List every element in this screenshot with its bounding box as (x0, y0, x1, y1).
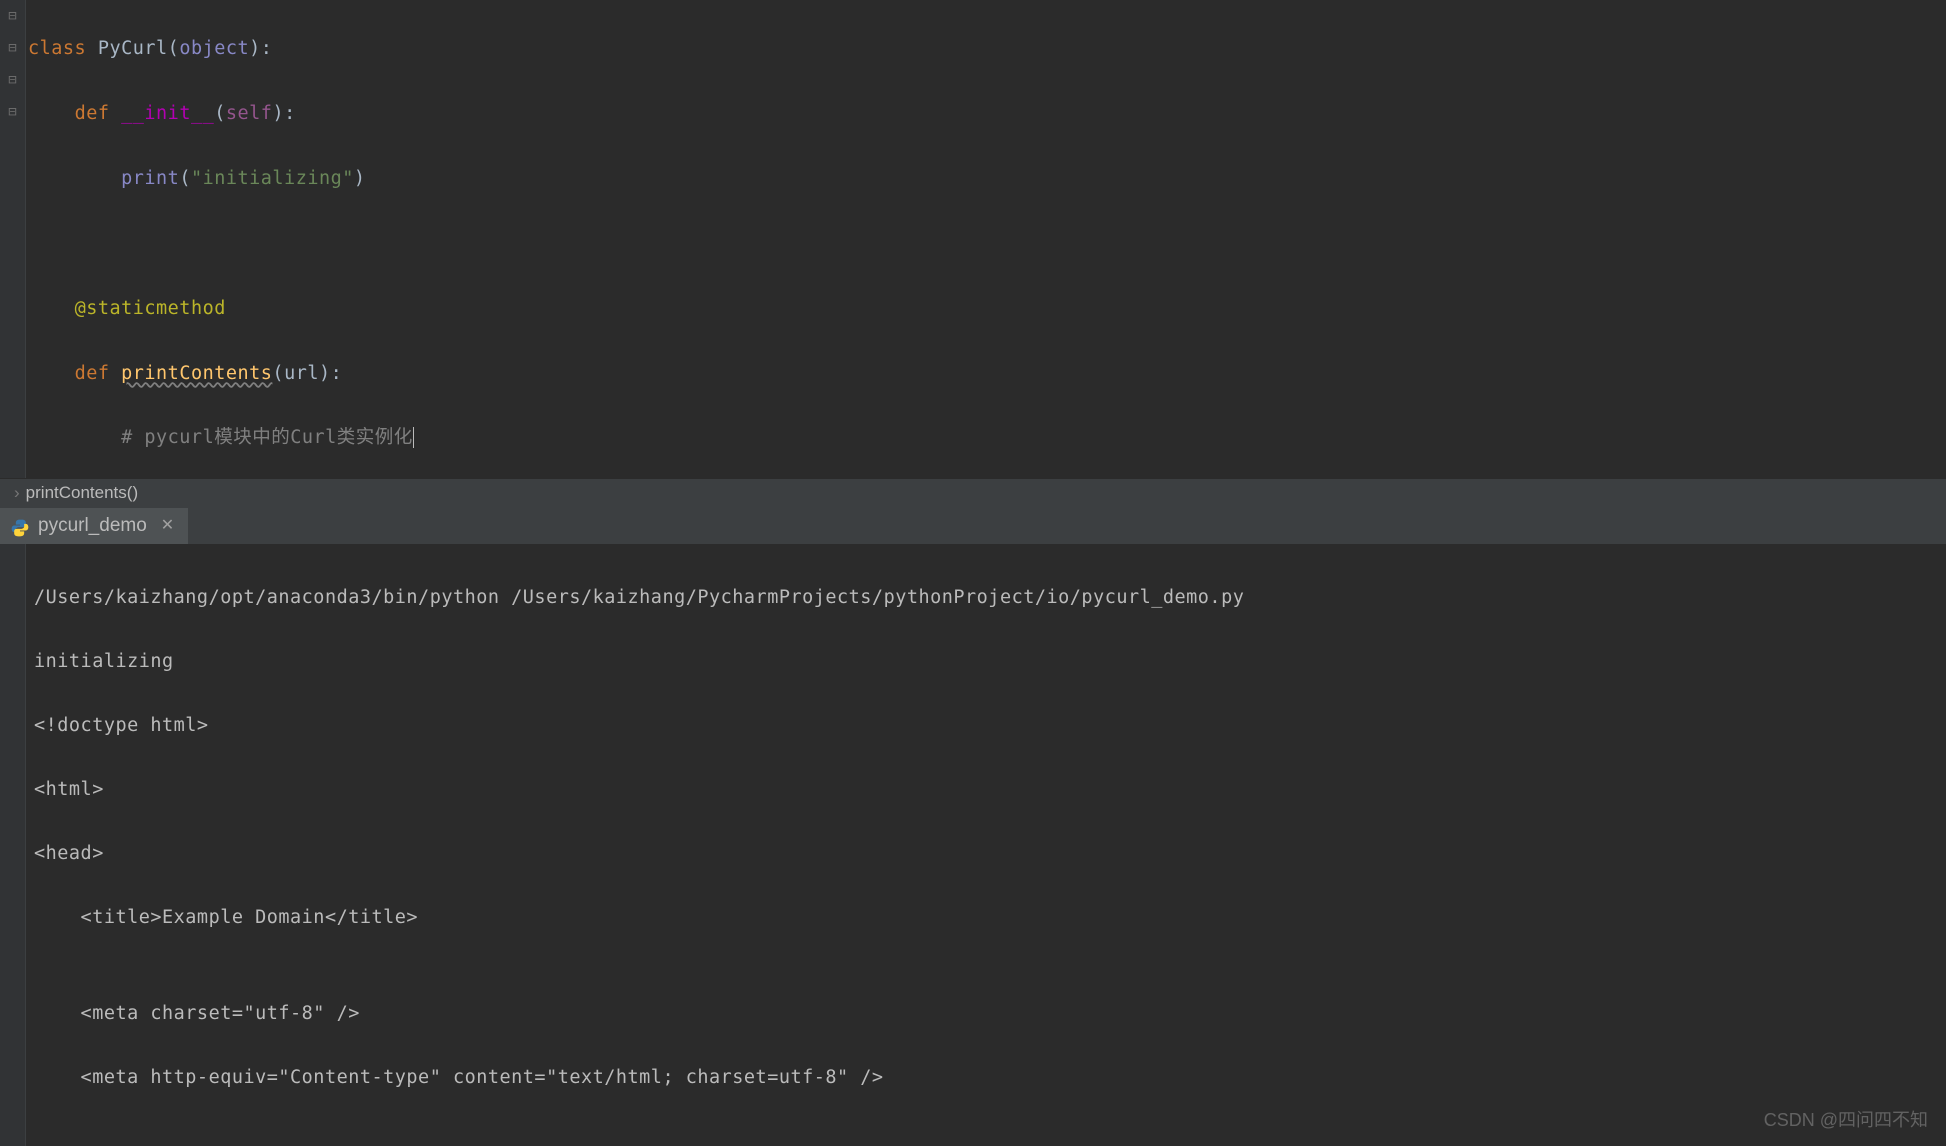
caret (413, 427, 414, 448)
console-line: /Users/kaizhang/opt/anaconda3/bin/python… (34, 582, 1946, 614)
console-line: <meta http-equiv="Content-type" content=… (34, 1062, 1946, 1094)
method-name: printContents (121, 363, 272, 384)
console-gutter (0, 544, 26, 1146)
code-editor[interactable]: ⊟ ⊟ ⊟ ⊟ class PyCurl(object): def __init… (0, 0, 1946, 478)
self-param: self (226, 103, 273, 124)
run-tab[interactable]: pycurl_demo ✕ (0, 508, 188, 544)
console-line: <head> (34, 838, 1946, 870)
fold-icon[interactable]: ⊟ (0, 64, 25, 96)
watermark: CSDN @四问四不知 (1764, 1104, 1928, 1136)
keyword: def (75, 103, 110, 124)
console-line: <title>Example Domain</title> (34, 902, 1946, 934)
console-line: initializing (34, 646, 1946, 678)
run-tab-label: pycurl_demo (38, 509, 147, 543)
code-content[interactable]: class PyCurl(object): def __init__(self)… (26, 0, 1438, 478)
keyword: class (28, 38, 86, 59)
fold-icon[interactable]: ⊟ (0, 96, 25, 128)
builtin: print (121, 168, 179, 189)
breadcrumb[interactable]: › printContents() (0, 478, 1946, 508)
console-line: <!doctype html> (34, 710, 1946, 742)
console-line: <meta charset="utf-8" /> (34, 998, 1946, 1030)
param: url (284, 363, 319, 384)
console-line: <html> (34, 774, 1946, 806)
python-icon (10, 516, 30, 536)
gutter[interactable]: ⊟ ⊟ ⊟ ⊟ (0, 0, 26, 478)
chevron-right-icon: › (14, 478, 20, 508)
method-name: __init__ (121, 103, 214, 124)
class-name: PyCurl (98, 38, 168, 59)
fold-icon[interactable]: ⊟ (0, 32, 25, 64)
string: "initializing" (191, 168, 354, 189)
console-output[interactable]: /Users/kaizhang/opt/anaconda3/bin/python… (0, 544, 1946, 1126)
comment: # pycurl模块中的Curl类实例化 (121, 427, 413, 448)
keyword: def (75, 363, 110, 384)
fold-icon[interactable]: ⊟ (0, 0, 25, 32)
close-icon[interactable]: ✕ (161, 512, 174, 540)
builtin: object (179, 38, 249, 59)
run-tab-bar: pycurl_demo ✕ (0, 508, 1946, 544)
decorator: @staticmethod (75, 298, 226, 319)
breadcrumb-item[interactable]: printContents() (26, 478, 138, 508)
